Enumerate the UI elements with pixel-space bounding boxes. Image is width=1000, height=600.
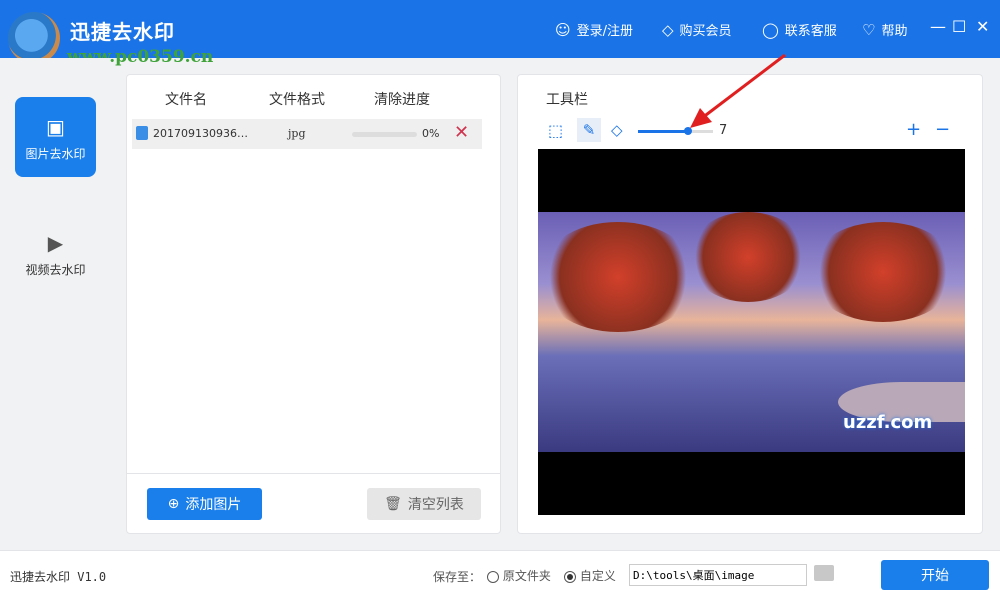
pencil-icon[interactable]: ✎ bbox=[577, 118, 601, 142]
help-button[interactable]: ♡ 帮助 bbox=[862, 20, 907, 39]
start-label: 开始 bbox=[921, 565, 949, 585]
progress-text: 0% bbox=[422, 127, 439, 140]
progress-bar bbox=[352, 132, 417, 137]
contact-label: 联系客服 bbox=[785, 20, 837, 39]
option-original-label: 原文件夹 bbox=[503, 569, 551, 583]
radio-button-selected[interactable] bbox=[564, 571, 576, 583]
trash-icon: 🗑 bbox=[384, 496, 402, 512]
version-label: 迅捷去水印 V1.0 bbox=[10, 568, 106, 585]
sidebar-item-image[interactable]: ▣ 图片去水印 bbox=[15, 97, 96, 177]
folder-icon[interactable] bbox=[814, 565, 834, 581]
save-to-label: 保存至： bbox=[433, 568, 481, 585]
sidebar-image-label: 图片去水印 bbox=[25, 147, 85, 161]
eraser-icon[interactable]: ◇ bbox=[611, 121, 623, 139]
diamond-icon: ◇ bbox=[662, 21, 674, 39]
minimize-button[interactable]: — bbox=[930, 17, 946, 36]
option-custom-label: 自定义 bbox=[580, 569, 616, 583]
video-icon: ▶ bbox=[15, 231, 96, 255]
image-preview[interactable]: uzzf.com bbox=[538, 149, 965, 515]
sidebar-item-video[interactable]: ▶ 视频去水印 bbox=[15, 213, 96, 293]
maximize-button[interactable]: ☐ bbox=[952, 17, 966, 36]
preview-image: uzzf.com bbox=[538, 212, 965, 452]
help-icon: ♡ bbox=[862, 21, 875, 39]
header-filename: 文件名 bbox=[165, 89, 207, 109]
radio-original-folder[interactable]: 原文件夹 bbox=[487, 567, 551, 584]
image-watermark-logo: uzzf.com bbox=[843, 412, 932, 433]
add-image-label: 添加图片 bbox=[185, 494, 241, 514]
save-path-input[interactable] bbox=[629, 564, 807, 586]
header-progress: 清除进度 bbox=[374, 89, 430, 109]
user-icon: ☺ bbox=[555, 21, 571, 39]
rect-select-icon[interactable]: ⬚ bbox=[548, 121, 563, 140]
buy-vip-button[interactable]: ◇ 购买会员 bbox=[662, 20, 732, 39]
radio-custom[interactable]: 自定义 bbox=[564, 567, 616, 584]
close-button[interactable]: ✕ bbox=[976, 17, 989, 36]
clear-list-button[interactable]: 🗑 清空列表 bbox=[367, 488, 481, 520]
app-title: 迅捷去水印 bbox=[70, 16, 175, 45]
login-button[interactable]: ☺ 登录/注册 bbox=[555, 20, 633, 39]
image-file-icon bbox=[136, 126, 148, 140]
login-label: 登录/注册 bbox=[577, 20, 633, 39]
chat-icon: ◯ bbox=[762, 21, 779, 39]
title-bar: 迅捷去水印 www.pc0359.cn ☺登录/注册 ◇购买会员 ◯联系客服 ♡… bbox=[0, 0, 1000, 58]
buy-vip-label: 购买会员 bbox=[680, 20, 732, 39]
plus-circle-icon: ⊕ bbox=[168, 496, 180, 512]
table-row[interactable]: 201709130936… jpg 0% ✕ bbox=[132, 119, 482, 149]
radio-button[interactable] bbox=[487, 571, 499, 583]
header-format: 文件格式 bbox=[269, 89, 325, 109]
sidebar-video-label: 视频去水印 bbox=[25, 263, 85, 277]
clear-list-label: 清空列表 bbox=[408, 494, 464, 514]
start-button[interactable]: 开始 bbox=[881, 560, 989, 590]
preview-panel: 工具栏 ⬚ ✎ ◇ 7 + − uzzf.com bbox=[517, 74, 983, 534]
zoom-out-icon[interactable]: − bbox=[935, 119, 950, 140]
delete-icon[interactable]: ✕ bbox=[454, 122, 469, 143]
annotation-arrow bbox=[680, 50, 790, 135]
help-label: 帮助 bbox=[881, 20, 907, 39]
sidebar: ▣ 图片去水印 ▶ 视频去水印 bbox=[0, 58, 110, 548]
file-list-panel: 文件名 文件格式 清除进度 201709130936… jpg 0% ✕ ⊕ 添加… bbox=[126, 74, 501, 534]
file-format: jpg bbox=[288, 127, 306, 140]
add-image-button[interactable]: ⊕ 添加图片 bbox=[147, 488, 262, 520]
toolbar-title: 工具栏 bbox=[546, 89, 588, 109]
footer: 迅捷去水印 V1.0 保存至： 原文件夹 自定义 开始 bbox=[0, 550, 1000, 600]
file-name: 201709130936… bbox=[153, 127, 248, 140]
divider bbox=[127, 473, 500, 474]
image-icon: ▣ bbox=[15, 115, 96, 139]
zoom-in-icon[interactable]: + bbox=[906, 119, 921, 140]
app-logo bbox=[8, 12, 60, 64]
contact-button[interactable]: ◯ 联系客服 bbox=[762, 20, 837, 39]
